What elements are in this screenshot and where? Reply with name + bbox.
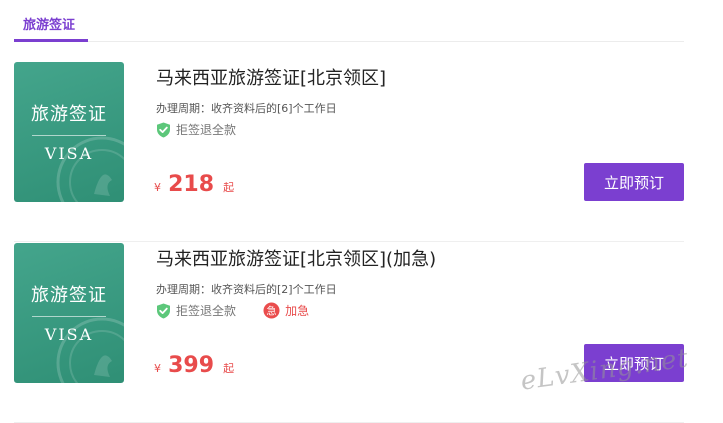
price-value: 399 xyxy=(168,353,215,378)
product-title[interactable]: 马来西亚旅游签证[北京领区] xyxy=(156,64,386,90)
refund-guarantee-tag: 拒签退全款 xyxy=(156,121,236,138)
tag-label: 拒签退全款 xyxy=(176,304,237,318)
currency-symbol: ¥ xyxy=(154,362,161,375)
price-unit: 起 xyxy=(223,181,235,194)
card-divider xyxy=(14,241,684,242)
price: ¥ 399 起 xyxy=(154,353,234,378)
tag-label: 加急 xyxy=(285,304,310,318)
service-tags: 拒签退全款 xyxy=(156,121,258,139)
thumbnail-title: 旅游签证 xyxy=(31,285,107,306)
thumbnail-title: 旅游签证 xyxy=(31,104,107,125)
tab-active-underline xyxy=(14,39,88,42)
tag-label: 拒签退全款 xyxy=(176,123,237,137)
shield-check-icon xyxy=(157,303,170,318)
price: ¥ 218 起 xyxy=(154,172,234,197)
tab-tourist-visa[interactable]: 旅游签证 xyxy=(14,14,88,42)
tab-label: 旅游签证 xyxy=(23,18,76,33)
visa-thumbnail[interactable]: 旅游签证 VISA xyxy=(14,62,124,202)
service-tags: 拒签退全款 急 加急 xyxy=(156,302,331,320)
product-title[interactable]: 马来西亚旅游签证[北京领区](加急) xyxy=(156,245,436,271)
seal-emblem-icon xyxy=(56,317,124,383)
refund-guarantee-tag: 拒签退全款 xyxy=(156,302,236,319)
shield-check-icon xyxy=(157,122,170,137)
processing-period: 办理周期：收齐资料后的[6]个工作日 xyxy=(156,102,337,115)
currency-symbol: ¥ xyxy=(154,181,161,194)
urgent-badge-icon: 急 xyxy=(263,302,280,319)
processing-period: 办理周期：收齐资料后的[2]个工作日 xyxy=(156,283,337,296)
price-unit: 起 xyxy=(223,362,235,375)
tab-bar: 旅游签证 xyxy=(14,0,684,42)
urgent-tag: 急 加急 xyxy=(263,302,309,319)
visa-product-card: 旅游签证 VISA 马来西亚旅游签证[北京领区](加急) 办理周期：收齐资料后的… xyxy=(14,243,684,423)
price-value: 218 xyxy=(168,172,215,197)
seal-emblem-icon xyxy=(56,136,124,202)
visa-thumbnail[interactable]: 旅游签证 VISA xyxy=(14,243,124,383)
visa-product-card: 旅游签证 VISA 马来西亚旅游签证[北京领区] 办理周期：收齐资料后的[6]个… xyxy=(14,62,684,242)
urgent-badge-text: 急 xyxy=(267,304,277,317)
book-now-button[interactable]: 立即预订 xyxy=(584,163,684,201)
